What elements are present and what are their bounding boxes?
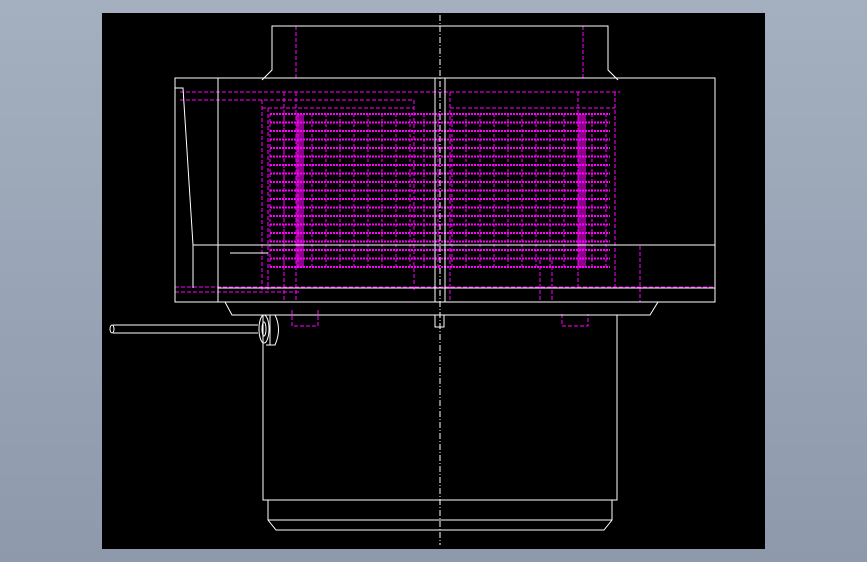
drawing-viewport[interactable] bbox=[102, 13, 765, 549]
hidden-feature bbox=[561, 314, 589, 327]
cad-drawing bbox=[109, 15, 716, 545]
left-flange bbox=[174, 78, 194, 288]
hidden-feature bbox=[291, 310, 319, 327]
cad-viewer-window bbox=[0, 0, 867, 562]
visible-lines bbox=[109, 25, 716, 531]
rod-end bbox=[109, 324, 115, 334]
base-plate bbox=[224, 301, 659, 316]
rod-flange bbox=[258, 314, 270, 344]
